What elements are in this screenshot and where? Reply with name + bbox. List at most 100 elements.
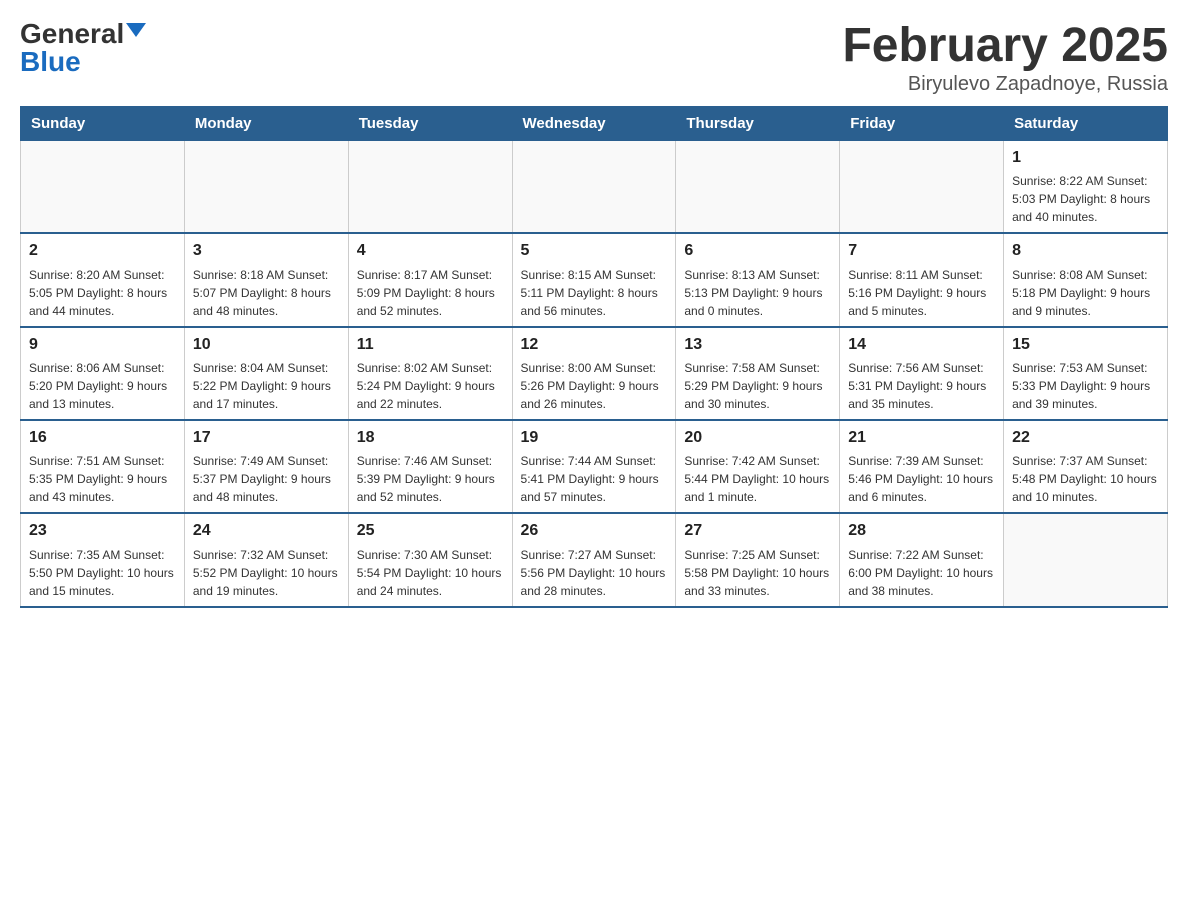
weekday-header-monday: Monday — [184, 106, 348, 140]
calendar-table: SundayMondayTuesdayWednesdayThursdayFrid… — [20, 106, 1168, 608]
day-cell — [840, 140, 1004, 233]
logo-triangle-icon — [126, 23, 146, 37]
day-number: 10 — [193, 334, 340, 356]
calendar-title: February 2025 — [842, 20, 1168, 73]
day-cell: 28 Sunrise: 7:22 AM Sunset: 6:00 PM Dayli… — [840, 513, 1004, 606]
day-info: Sunrise: 8:11 AM Sunset: 5:16 PM Dayligh… — [848, 266, 995, 320]
day-info: Sunrise: 7:35 AM Sunset: 5:50 PM Dayligh… — [29, 546, 176, 600]
weekday-header-thursday: Thursday — [676, 106, 840, 140]
day-cell: 1 Sunrise: 8:22 AM Sunset: 5:03 PM Daylig… — [1004, 140, 1168, 233]
day-cell: 10 Sunrise: 8:04 AM Sunset: 5:22 PM Dayli… — [184, 327, 348, 420]
day-number: 24 — [193, 520, 340, 542]
day-cell: 12 Sunrise: 8:00 AM Sunset: 5:26 PM Dayli… — [512, 327, 676, 420]
day-info: Sunrise: 7:27 AM Sunset: 5:56 PM Dayligh… — [521, 546, 668, 600]
day-cell: 8 Sunrise: 8:08 AM Sunset: 5:18 PM Daylig… — [1004, 233, 1168, 326]
day-info: Sunrise: 7:56 AM Sunset: 5:31 PM Dayligh… — [848, 359, 995, 413]
day-number: 20 — [684, 427, 831, 449]
day-number: 28 — [848, 520, 995, 542]
weekday-header-wednesday: Wednesday — [512, 106, 676, 140]
day-cell — [21, 140, 185, 233]
day-number: 11 — [357, 334, 504, 356]
day-number: 14 — [848, 334, 995, 356]
weekday-header-friday: Friday — [840, 106, 1004, 140]
day-cell: 18 Sunrise: 7:46 AM Sunset: 5:39 PM Dayli… — [348, 420, 512, 513]
day-cell — [1004, 513, 1168, 606]
day-info: Sunrise: 7:39 AM Sunset: 5:46 PM Dayligh… — [848, 452, 995, 506]
day-cell: 17 Sunrise: 7:49 AM Sunset: 5:37 PM Dayli… — [184, 420, 348, 513]
page-header: General Blue February 2025 Biryulevo Zap… — [20, 20, 1168, 96]
day-cell: 15 Sunrise: 7:53 AM Sunset: 5:33 PM Dayli… — [1004, 327, 1168, 420]
week-row-5: 23Sunrise: 7:35 AM Sunset: 5:50 PM Dayli… — [21, 513, 1168, 606]
day-cell: 7Sunrise: 8:11 AM Sunset: 5:16 PM Daylig… — [840, 233, 1004, 326]
day-info: Sunrise: 8:04 AM Sunset: 5:22 PM Dayligh… — [193, 359, 340, 413]
week-row-4: 16 Sunrise: 7:51 AM Sunset: 5:35 PM Dayli… — [21, 420, 1168, 513]
day-number: 3 — [193, 240, 340, 262]
day-info: Sunrise: 7:53 AM Sunset: 5:33 PM Dayligh… — [1012, 359, 1159, 413]
day-number: 13 — [684, 334, 831, 356]
day-info: Sunrise: 8:08 AM Sunset: 5:18 PM Dayligh… — [1012, 266, 1159, 320]
day-cell — [676, 140, 840, 233]
weekday-header-row: SundayMondayTuesdayWednesdayThursdayFrid… — [21, 106, 1168, 140]
day-info: Sunrise: 7:49 AM Sunset: 5:37 PM Dayligh… — [193, 452, 340, 506]
day-cell — [512, 140, 676, 233]
day-number: 18 — [357, 427, 504, 449]
day-cell: 25 Sunrise: 7:30 AM Sunset: 5:54 PM Dayli… — [348, 513, 512, 606]
day-info: Sunrise: 7:22 AM Sunset: 6:00 PM Dayligh… — [848, 546, 995, 600]
day-cell: 22 Sunrise: 7:37 AM Sunset: 5:48 PM Dayli… — [1004, 420, 1168, 513]
day-number: 9 — [29, 334, 176, 356]
day-info: Sunrise: 7:51 AM Sunset: 5:35 PM Dayligh… — [29, 452, 176, 506]
day-info: Sunrise: 8:06 AM Sunset: 5:20 PM Dayligh… — [29, 359, 176, 413]
day-number: 8 — [1012, 240, 1159, 262]
day-number: 19 — [521, 427, 668, 449]
day-number: 1 — [1012, 147, 1159, 169]
day-cell: 19 Sunrise: 7:44 AM Sunset: 5:41 PM Dayli… — [512, 420, 676, 513]
weekday-header-sunday: Sunday — [21, 106, 185, 140]
day-info: Sunrise: 8:22 AM Sunset: 5:03 PM Dayligh… — [1012, 172, 1159, 226]
day-cell: 5Sunrise: 8:15 AM Sunset: 5:11 PM Daylig… — [512, 233, 676, 326]
day-info: Sunrise: 8:18 AM Sunset: 5:07 PM Dayligh… — [193, 266, 340, 320]
day-info: Sunrise: 8:20 AM Sunset: 5:05 PM Dayligh… — [29, 266, 176, 320]
week-row-2: 2 Sunrise: 8:20 AM Sunset: 5:05 PM Daylig… — [21, 233, 1168, 326]
day-cell: 16 Sunrise: 7:51 AM Sunset: 5:35 PM Dayli… — [21, 420, 185, 513]
day-number: 22 — [1012, 427, 1159, 449]
title-block: February 2025 Biryulevo Zapadnoye, Russi… — [842, 20, 1168, 96]
day-info: Sunrise: 8:00 AM Sunset: 5:26 PM Dayligh… — [521, 359, 668, 413]
day-number: 4 — [357, 240, 504, 262]
day-cell: 13 Sunrise: 7:58 AM Sunset: 5:29 PM Dayli… — [676, 327, 840, 420]
day-cell: 23Sunrise: 7:35 AM Sunset: 5:50 PM Dayli… — [21, 513, 185, 606]
day-cell: 26 Sunrise: 7:27 AM Sunset: 5:56 PM Dayli… — [512, 513, 676, 606]
day-info: Sunrise: 8:02 AM Sunset: 5:24 PM Dayligh… — [357, 359, 504, 413]
day-info: Sunrise: 7:46 AM Sunset: 5:39 PM Dayligh… — [357, 452, 504, 506]
weekday-header-tuesday: Tuesday — [348, 106, 512, 140]
day-number: 15 — [1012, 334, 1159, 356]
day-info: Sunrise: 7:30 AM Sunset: 5:54 PM Dayligh… — [357, 546, 504, 600]
day-info: Sunrise: 8:17 AM Sunset: 5:09 PM Dayligh… — [357, 266, 504, 320]
day-info: Sunrise: 7:44 AM Sunset: 5:41 PM Dayligh… — [521, 452, 668, 506]
day-cell: 20Sunrise: 7:42 AM Sunset: 5:44 PM Dayli… — [676, 420, 840, 513]
week-row-3: 9 Sunrise: 8:06 AM Sunset: 5:20 PM Daylig… — [21, 327, 1168, 420]
day-number: 26 — [521, 520, 668, 542]
day-cell: 21 Sunrise: 7:39 AM Sunset: 5:46 PM Dayli… — [840, 420, 1004, 513]
day-cell: 2 Sunrise: 8:20 AM Sunset: 5:05 PM Daylig… — [21, 233, 185, 326]
day-cell — [184, 140, 348, 233]
day-info: Sunrise: 7:32 AM Sunset: 5:52 PM Dayligh… — [193, 546, 340, 600]
calendar-subtitle: Biryulevo Zapadnoye, Russia — [842, 73, 1168, 96]
day-info: Sunrise: 8:15 AM Sunset: 5:11 PM Dayligh… — [521, 266, 668, 320]
day-cell: 4 Sunrise: 8:17 AM Sunset: 5:09 PM Daylig… — [348, 233, 512, 326]
day-number: 16 — [29, 427, 176, 449]
day-cell: 3 Sunrise: 8:18 AM Sunset: 5:07 PM Daylig… — [184, 233, 348, 326]
day-number: 21 — [848, 427, 995, 449]
day-cell: 14 Sunrise: 7:56 AM Sunset: 5:31 PM Dayli… — [840, 327, 1004, 420]
day-number: 27 — [684, 520, 831, 542]
day-number: 6 — [684, 240, 831, 262]
day-cell: 6Sunrise: 8:13 AM Sunset: 5:13 PM Daylig… — [676, 233, 840, 326]
day-info: Sunrise: 7:58 AM Sunset: 5:29 PM Dayligh… — [684, 359, 831, 413]
logo: General Blue — [20, 20, 146, 76]
day-number: 25 — [357, 520, 504, 542]
day-number: 2 — [29, 240, 176, 262]
week-row-1: 1 Sunrise: 8:22 AM Sunset: 5:03 PM Daylig… — [21, 140, 1168, 233]
logo-blue-text: Blue — [20, 46, 81, 77]
day-info: Sunrise: 7:37 AM Sunset: 5:48 PM Dayligh… — [1012, 452, 1159, 506]
day-number: 12 — [521, 334, 668, 356]
day-number: 17 — [193, 427, 340, 449]
